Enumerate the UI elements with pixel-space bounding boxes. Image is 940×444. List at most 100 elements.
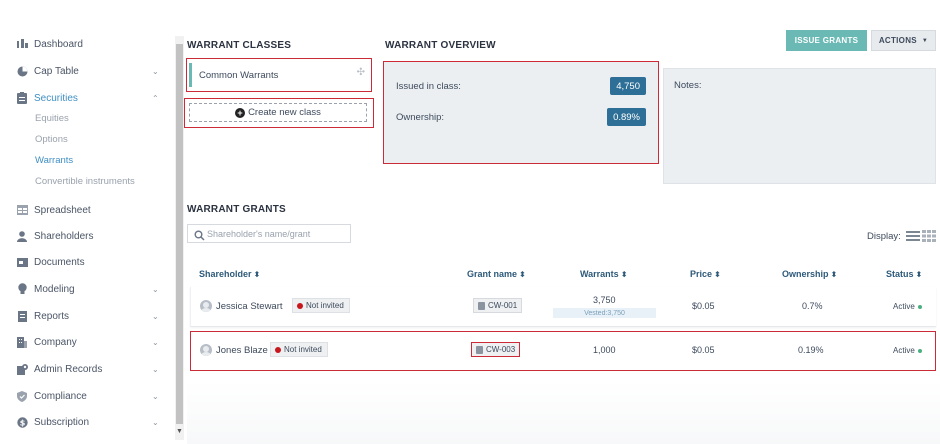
content-background bbox=[187, 380, 940, 444]
grant-name-label: CW-003 bbox=[486, 345, 516, 354]
ownership-value: 0.19% bbox=[798, 345, 824, 355]
notes-panel[interactable]: Notes: bbox=[663, 68, 936, 184]
warrants-value: 3,750 bbox=[593, 295, 616, 305]
svg-text:$: $ bbox=[19, 418, 25, 427]
chevron-down-icon: ⌄ bbox=[152, 417, 159, 427]
caret-down-icon: ▼ bbox=[921, 37, 929, 44]
search-box bbox=[187, 224, 351, 243]
building-icon bbox=[16, 336, 28, 348]
sort-icon: ⬍ bbox=[620, 270, 628, 279]
sidebar-item-shareholders[interactable]: Shareholders bbox=[0, 225, 170, 247]
price-value: $0.05 bbox=[692, 301, 715, 311]
red-dot-icon bbox=[275, 346, 281, 353]
sidebar-item-label: Company bbox=[34, 336, 77, 348]
sidebar-item-label: Subscription bbox=[34, 416, 90, 428]
ownership-label: Ownership: bbox=[396, 112, 445, 123]
actions-label: ACTIONS bbox=[878, 36, 917, 45]
issued-value-badge: 4,750 bbox=[610, 77, 646, 95]
warrant-overview-title: WARRANT OVERVIEW bbox=[385, 40, 496, 51]
grant-name-label: CW-001 bbox=[488, 301, 518, 310]
sort-icon: ⬍ bbox=[714, 270, 721, 279]
sidebar-item-dashboard[interactable]: Dashboard bbox=[0, 33, 170, 55]
chevron-up-icon: ⌃ bbox=[152, 93, 159, 103]
sidebar-item-subscription[interactable]: $ Subscription ⌄ bbox=[0, 411, 170, 433]
sidebar-item-label: Admin Records bbox=[34, 363, 103, 375]
drag-handle-icon[interactable]: ✣ bbox=[357, 67, 365, 78]
column-header-shareholder[interactable]: Shareholder ⬍ bbox=[199, 269, 260, 279]
sort-icon: ⬍ bbox=[253, 270, 261, 279]
sidebar-item-label: Modeling bbox=[34, 283, 75, 295]
vested-label: Vested:3,750 bbox=[553, 308, 656, 318]
invite-status-badge: Not invited bbox=[270, 342, 328, 357]
warrant-class-item[interactable]: Common Warrants ✣ bbox=[186, 58, 372, 92]
sidebar-item-admin-records[interactable]: Admin Records ⌄ bbox=[0, 358, 170, 380]
shareholder-name[interactable]: Jessica Stewart bbox=[216, 301, 283, 312]
sidebar-item-label: Compliance bbox=[34, 390, 87, 402]
sidebar: Dashboard Cap Table ⌄ Securities ⌃ Equit… bbox=[0, 0, 175, 444]
issued-label: Issued in class: bbox=[396, 81, 461, 92]
display-label: Display: bbox=[867, 231, 901, 242]
sidebar-item-label: Securities bbox=[34, 92, 78, 104]
column-label: Price bbox=[690, 269, 713, 279]
column-label: Ownership bbox=[782, 269, 829, 279]
green-dot-icon bbox=[917, 304, 922, 309]
list-view-icon[interactable] bbox=[906, 229, 920, 241]
column-label: Shareholder bbox=[199, 269, 252, 279]
avatar bbox=[200, 300, 212, 312]
status-label: Active bbox=[893, 302, 915, 311]
create-class-button[interactable]: + Create new class bbox=[189, 103, 367, 122]
sidebar-item-label: Reports bbox=[34, 310, 70, 322]
chevron-down-icon: ⌄ bbox=[152, 391, 159, 401]
dollar-icon: $ bbox=[16, 416, 28, 428]
sidebar-item-modeling[interactable]: Modeling ⌄ bbox=[0, 278, 170, 300]
warrant-grants-title: WARRANT GRANTS bbox=[187, 204, 286, 215]
grant-name-badge[interactable]: CW-001 bbox=[473, 298, 523, 313]
warrant-class-label: Common Warrants bbox=[199, 69, 279, 81]
status-label: Active bbox=[893, 346, 915, 355]
warrant-classes-title: WARRANT CLASSES bbox=[187, 40, 292, 51]
sidebar-item-securities[interactable]: Securities ⌃ bbox=[0, 87, 170, 109]
sort-icon: ⬍ bbox=[915, 270, 923, 279]
sidebar-item-company[interactable]: Company ⌄ bbox=[0, 331, 170, 353]
shareholder-name[interactable]: Jones Blaze bbox=[216, 345, 268, 356]
sidebar-subitem-convertible[interactable]: Convertible instruments bbox=[35, 173, 135, 189]
sidebar-item-spreadsheet[interactable]: Spreadsheet bbox=[0, 199, 170, 221]
column-header-ownership[interactable]: Ownership ⬍ bbox=[782, 269, 837, 279]
table-row[interactable]: Jessica Stewart Not invited CW-001 3,750… bbox=[190, 287, 936, 327]
sidebar-item-cap-table[interactable]: Cap Table ⌄ bbox=[0, 60, 170, 82]
table-row[interactable]: Jones Blaze Not invited CW-003 1,000 $0.… bbox=[190, 331, 936, 371]
person-icon bbox=[16, 230, 28, 242]
column-label: Grant name bbox=[467, 269, 518, 279]
table-icon bbox=[16, 204, 28, 216]
plus-circle-icon: + bbox=[235, 107, 246, 118]
clipboard-icon bbox=[16, 92, 28, 104]
sidebar-item-reports[interactable]: Reports ⌄ bbox=[0, 305, 170, 327]
sidebar-item-label: Cap Table bbox=[34, 65, 79, 77]
lightbulb-icon bbox=[16, 283, 28, 295]
chevron-down-icon: ⌄ bbox=[152, 66, 159, 76]
document-icon bbox=[478, 301, 485, 310]
sidebar-item-documents[interactable]: Documents bbox=[0, 251, 170, 273]
column-header-price[interactable]: Price ⬍ bbox=[690, 269, 721, 279]
column-header-status[interactable]: Status ⬍ bbox=[886, 269, 922, 279]
sidebar-subitem-options[interactable]: Options bbox=[35, 131, 68, 147]
scroll-down-arrow-icon[interactable]: ▼ bbox=[175, 428, 184, 438]
invite-status-label: Not invited bbox=[284, 345, 322, 354]
column-header-warrants[interactable]: Warrants ⬍ bbox=[580, 269, 627, 279]
avatar bbox=[200, 344, 212, 356]
invite-status-label: Not invited bbox=[306, 301, 344, 310]
sidebar-subitem-warrants[interactable]: Warrants bbox=[35, 152, 73, 168]
sidebar-subitem-equities[interactable]: Equities bbox=[35, 110, 69, 126]
grid-view-icon[interactable] bbox=[922, 229, 936, 242]
invite-status-badge: Not invited bbox=[292, 298, 350, 313]
search-input[interactable] bbox=[207, 227, 347, 241]
status-badge: Active bbox=[893, 302, 922, 311]
issue-grants-button[interactable]: ISSUE GRANTS bbox=[786, 30, 867, 51]
sidebar-item-compliance[interactable]: Compliance ⌄ bbox=[0, 385, 170, 407]
actions-dropdown-button[interactable]: ACTIONS ▼ bbox=[871, 30, 936, 51]
column-header-grant-name[interactable]: Grant name ⬍ bbox=[467, 269, 526, 279]
grant-name-badge[interactable]: CW-003 bbox=[471, 342, 521, 357]
sidebar-item-label: Dashboard bbox=[34, 38, 83, 50]
create-class-label: Create new class bbox=[248, 107, 321, 118]
sidebar-scrollbar-thumb[interactable] bbox=[176, 44, 183, 424]
